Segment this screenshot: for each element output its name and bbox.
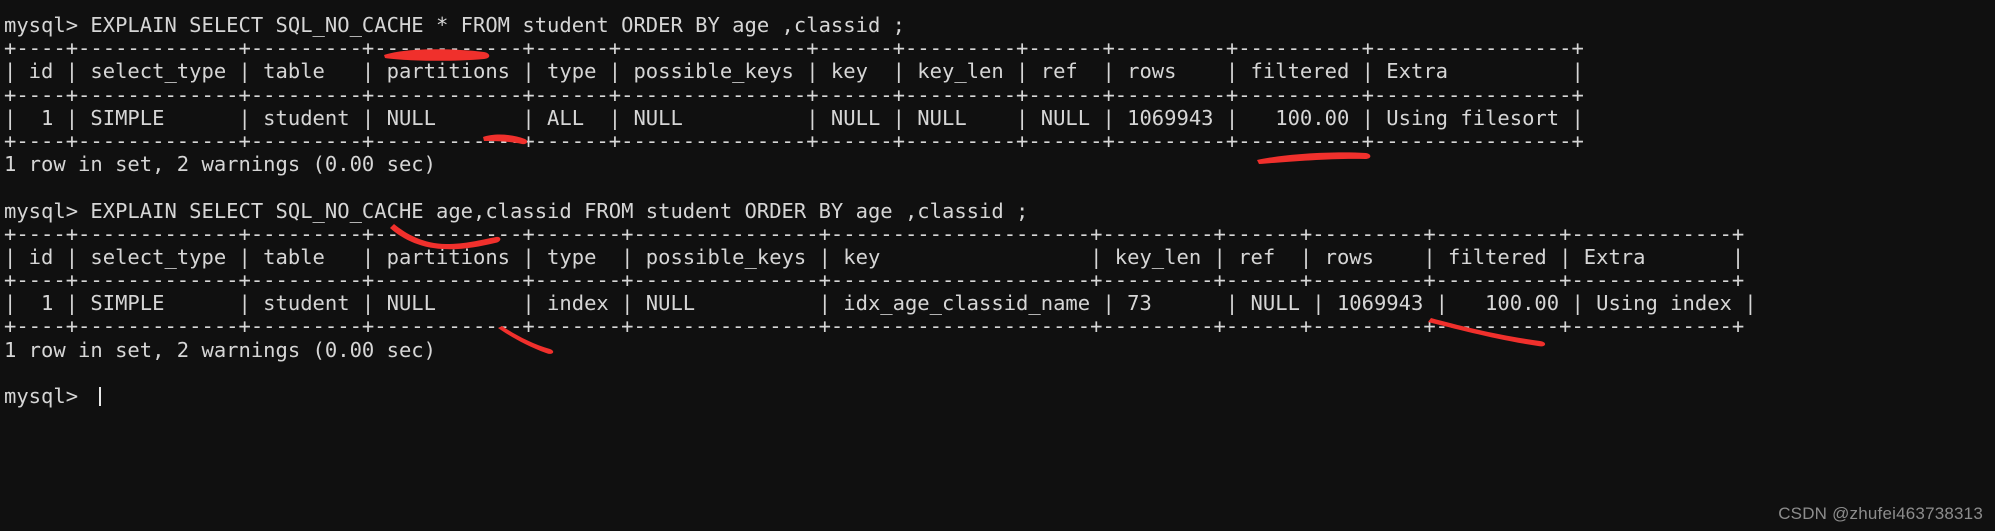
terminal-line: +----+-------------+---------+----------… [4, 268, 1745, 293]
terminal-line: +----+-------------+---------+----------… [4, 36, 1584, 61]
terminal-window[interactable]: mysql> EXPLAIN SELECT SQL_NO_CACHE * FRO… [0, 0, 1995, 531]
terminal-line: +----+-------------+---------+----------… [4, 221, 1745, 246]
terminal-line: +----+-------------+---------+----------… [4, 82, 1584, 107]
terminal-line: | 1 | SIMPLE | student | NULL | index | … [4, 291, 1757, 316]
terminal-output: mysql> EXPLAIN SELECT SQL_NO_CACHE * FRO… [4, 13, 1995, 408]
terminal-line: mysql> EXPLAIN SELECT SQL_NO_CACHE age,c… [4, 198, 1029, 223]
text-cursor [99, 387, 102, 406]
terminal-line: | id | select_type | table | partitions … [4, 244, 1745, 269]
terminal-line: | 1 | SIMPLE | student | NULL | ALL | NU… [4, 105, 1584, 130]
terminal-line: mysql> [4, 384, 1995, 408]
terminal-line: 1 row in set, 2 warnings (0.00 sec) [4, 152, 436, 177]
terminal-line: 1 row in set, 2 warnings (0.00 sec) [4, 337, 436, 362]
terminal-line: | id | select_type | table | partitions … [4, 59, 1584, 84]
terminal-line: +----+-------------+---------+----------… [4, 128, 1584, 153]
csdn-watermark: CSDN @zhufei463738313 [1778, 504, 1983, 523]
terminal-line: +----+-------------+---------+----------… [4, 314, 1745, 339]
terminal-line: mysql> EXPLAIN SELECT SQL_NO_CACHE * FRO… [4, 13, 905, 37]
